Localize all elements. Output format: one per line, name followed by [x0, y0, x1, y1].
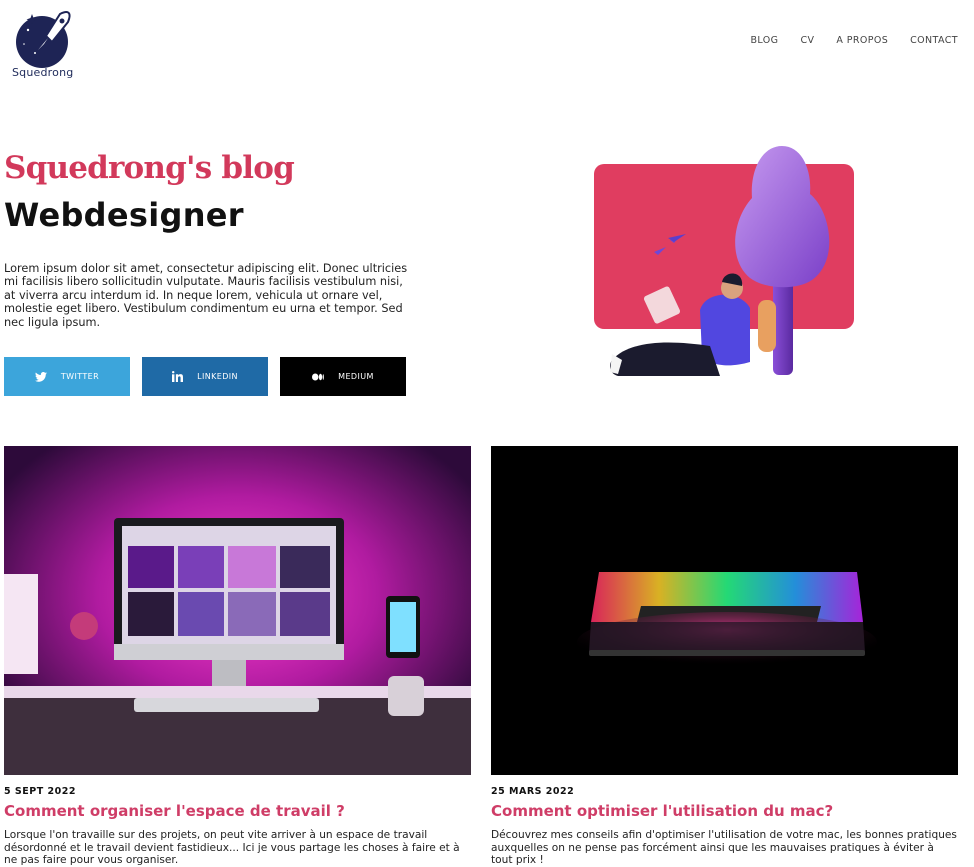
twitter-icon [34, 371, 47, 382]
post-title[interactable]: Comment optimiser l'utilisation du mac? [491, 802, 958, 820]
hero-description: Lorem ipsum dolor sit amet, consectetur … [4, 262, 408, 329]
nav-item-blog[interactable]: BLOG [751, 35, 779, 46]
post-title[interactable]: Comment organiser l'espace de travail ? [4, 802, 471, 820]
twitter-button[interactable]: TWITTER [4, 357, 130, 396]
nav-item-contact[interactable]: CONTACT [910, 35, 958, 46]
main-nav: BLOG CV A PROPOS CONTACT [751, 35, 958, 46]
post-excerpt: Lorsque l'on travaille sur des projets, … [4, 829, 460, 866]
blog-card[interactable]: 25 MARS 2022 Comment optimiser l'utilisa… [491, 446, 958, 867]
linkedin-label: LINKEDIN [197, 372, 238, 381]
blog-card[interactable]: 5 SEPT 2022 Comment organiser l'espace d… [4, 446, 471, 867]
medium-icon [312, 373, 325, 380]
medium-label: MEDIUM [338, 372, 374, 381]
brand-name: Squedrong [12, 66, 74, 79]
linkedin-button[interactable]: LINKEDIN [142, 357, 268, 396]
nav-item-a-propos[interactable]: A PROPOS [836, 35, 888, 46]
post-excerpt: Découvrez mes conseils afin d'optimiser … [491, 829, 957, 866]
rocket-moon-icon [16, 11, 71, 68]
hero-title: Squedrong's blog [4, 150, 295, 186]
hero-illustration [590, 140, 860, 380]
linkedin-icon [172, 371, 184, 382]
post-date: 5 SEPT 2022 [4, 786, 76, 797]
post-image-mac[interactable] [491, 446, 958, 775]
nav-item-cv[interactable]: CV [800, 35, 814, 46]
medium-button[interactable]: MEDIUM [280, 357, 406, 396]
post-image-workspace[interactable] [4, 446, 471, 775]
hero-subtitle: Webdesigner [4, 196, 244, 234]
twitter-label: TWITTER [60, 372, 100, 381]
post-date: 25 MARS 2022 [491, 786, 575, 797]
